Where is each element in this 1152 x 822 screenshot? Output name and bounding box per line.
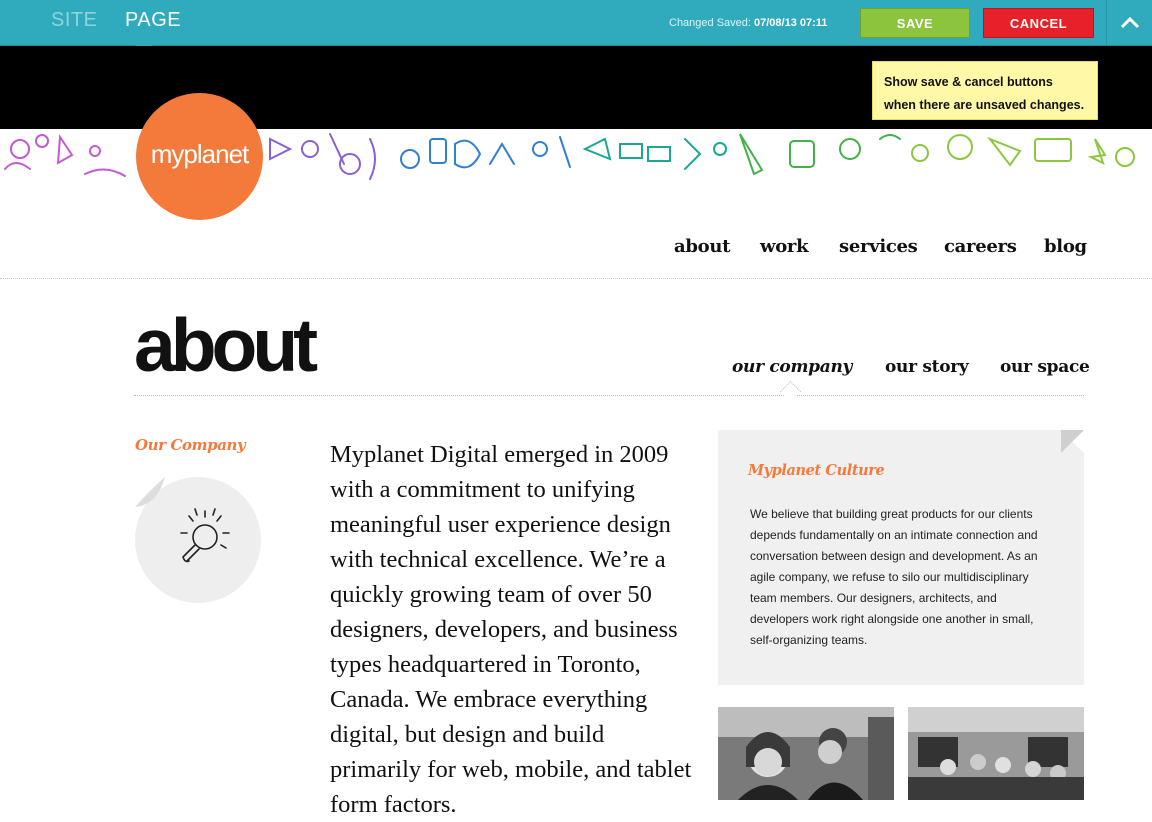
body-line: primarily for web, mobile, and tablet xyxy=(330,756,692,783)
card-corner-fold xyxy=(1061,430,1084,453)
body-line: with technical excellence. We’re a xyxy=(330,546,666,573)
nav-item-services[interactable]: services xyxy=(839,236,918,257)
logo-text: myplanet xyxy=(150,139,249,169)
nav-divider xyxy=(0,278,1152,279)
tab-page[interactable]: PAGE xyxy=(125,9,181,32)
nav-item-about[interactable]: about xyxy=(674,236,730,257)
lightbulb-icon xyxy=(135,477,230,563)
body-line: Myplanet Digital emerged in 2009 xyxy=(330,441,669,468)
save-status: Changed Saved: 07/08/13 07:11 xyxy=(669,17,827,29)
active-subnav-caret xyxy=(779,380,802,403)
body-line: digital, but design and build xyxy=(330,721,605,748)
cancel-button[interactable]: CANCEL xyxy=(983,8,1094,38)
body-line: form factors. xyxy=(330,791,457,818)
admin-toolbar: SITE PAGE Changed Saved: 07/08/13 07:11 … xyxy=(0,0,1152,46)
collapse-toolbar-button[interactable] xyxy=(1106,0,1152,45)
body-line: quickly growing team of over 50 xyxy=(330,581,652,608)
body-line: meaningful user experience design xyxy=(330,511,671,538)
save-status-label: Changed Saved: xyxy=(669,17,751,29)
body-line: types headquartered in Toronto, xyxy=(330,651,641,678)
tooltip-line-2: when there are unsaved changes. xyxy=(884,98,1085,112)
team-photo-1-image xyxy=(718,707,894,800)
save-status-timestamp: 07/08/13 07:11 xyxy=(754,17,828,29)
team-photo-1[interactable] xyxy=(718,707,894,800)
culture-title: Myplanet Culture xyxy=(748,462,885,479)
chevron-up-icon xyxy=(1120,16,1140,28)
subnav-our-story[interactable]: our story xyxy=(885,357,969,377)
culture-card: Myplanet Culture We believe that buildin… xyxy=(718,430,1084,685)
body-line: designers, developers, and business xyxy=(330,616,678,643)
subnav-our-space[interactable]: our space xyxy=(1000,357,1090,377)
tab-site[interactable]: SITE xyxy=(51,9,97,32)
subnav-our-company[interactable]: our company xyxy=(732,357,852,377)
subnav-divider xyxy=(134,395,1084,396)
culture-text: We believe that building great products … xyxy=(750,507,1038,647)
section-label: Our Company xyxy=(135,436,246,454)
team-photo-2[interactable] xyxy=(908,707,1084,800)
about-body-text: Myplanet Digital emerged in 2009 with a … xyxy=(330,437,710,822)
nav-item-blog[interactable]: blog xyxy=(1044,236,1087,257)
body-line: with a commitment to unifying xyxy=(330,476,635,503)
page-title: about xyxy=(134,303,318,387)
help-tooltip: Show save & cancel buttons when there ar… xyxy=(872,61,1098,120)
team-photo-2-image xyxy=(908,707,1084,800)
nav-item-work[interactable]: work xyxy=(760,236,809,257)
save-button[interactable]: SAVE xyxy=(860,8,970,38)
myplanet-logo[interactable]: myplanet xyxy=(136,93,263,220)
nav-item-careers[interactable]: careers xyxy=(944,236,1017,257)
lightbulb-badge xyxy=(135,477,261,603)
tooltip-line-1: Show save & cancel buttons xyxy=(884,75,1053,89)
body-line: Canada. We embrace everything xyxy=(330,686,648,713)
